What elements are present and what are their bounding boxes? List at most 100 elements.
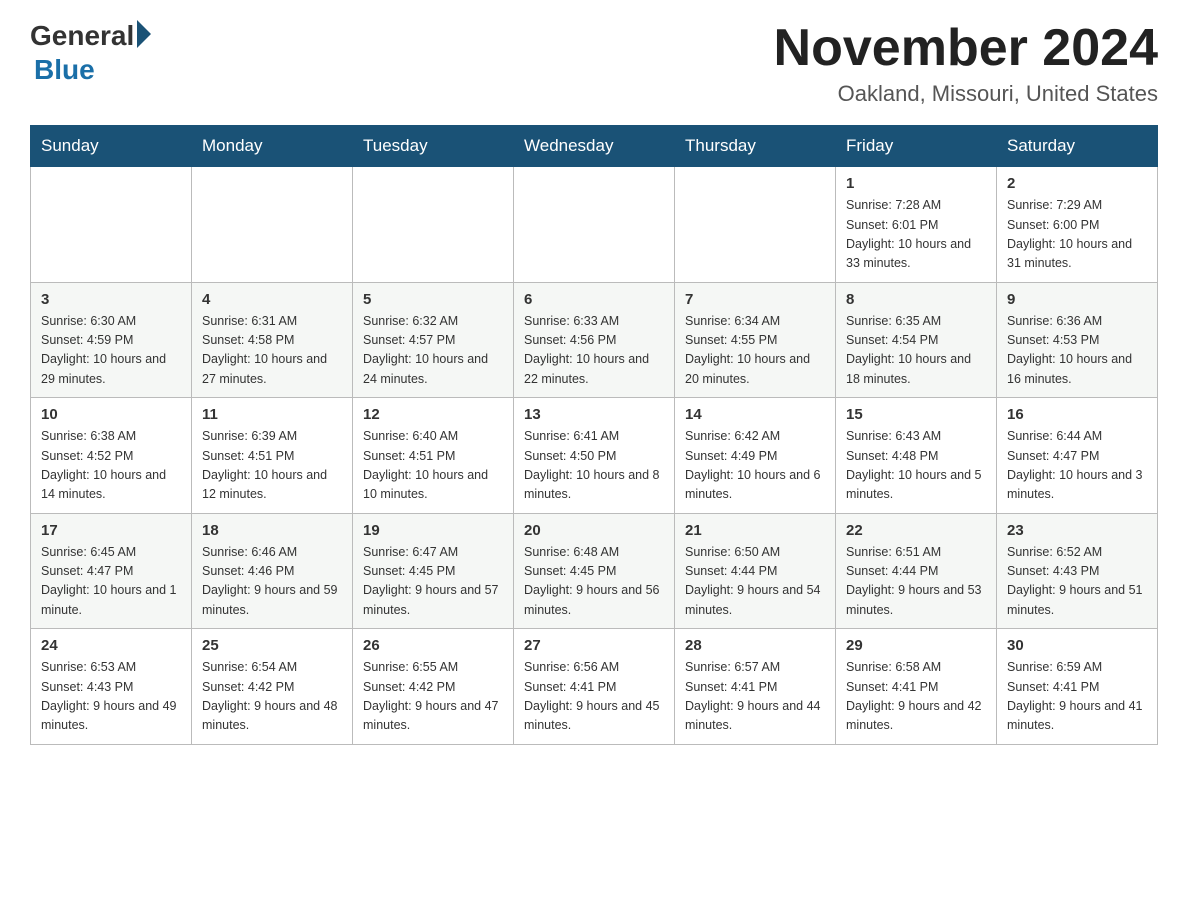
calendar-table: SundayMondayTuesdayWednesdayThursdayFrid…: [30, 125, 1158, 745]
day-info: Sunrise: 6:41 AM Sunset: 4:50 PM Dayligh…: [524, 427, 664, 505]
logo-triangle-icon: [137, 20, 151, 48]
day-number: 18: [202, 522, 342, 539]
day-info: Sunrise: 6:39 AM Sunset: 4:51 PM Dayligh…: [202, 427, 342, 505]
weekday-header-friday: Friday: [836, 126, 997, 167]
day-number: 2: [1007, 175, 1147, 192]
day-number: 7: [685, 291, 825, 308]
day-number: 26: [363, 637, 503, 654]
day-number: 27: [524, 637, 664, 654]
calendar-cell: [675, 167, 836, 283]
calendar-cell: 25 Sunrise: 6:54 AM Sunset: 4:42 PM Dayli…: [192, 629, 353, 745]
calendar-week-row: 24 Sunrise: 6:53 AM Sunset: 4:43 PM Dayli…: [31, 629, 1158, 745]
calendar-cell: 2 Sunrise: 7:29 AM Sunset: 6:00 PM Daylig…: [997, 167, 1158, 283]
day-number: 10: [41, 406, 181, 423]
weekday-header-saturday: Saturday: [997, 126, 1158, 167]
calendar-week-row: 10 Sunrise: 6:38 AM Sunset: 4:52 PM Dayli…: [31, 398, 1158, 514]
day-info: Sunrise: 6:55 AM Sunset: 4:42 PM Dayligh…: [363, 658, 503, 736]
day-info: Sunrise: 6:51 AM Sunset: 4:44 PM Dayligh…: [846, 543, 986, 621]
day-info: Sunrise: 6:57 AM Sunset: 4:41 PM Dayligh…: [685, 658, 825, 736]
day-info: Sunrise: 6:52 AM Sunset: 4:43 PM Dayligh…: [1007, 543, 1147, 621]
day-number: 25: [202, 637, 342, 654]
weekday-header-sunday: Sunday: [31, 126, 192, 167]
weekday-header-row: SundayMondayTuesdayWednesdayThursdayFrid…: [31, 126, 1158, 167]
logo: General Blue: [30, 20, 151, 86]
day-info: Sunrise: 6:46 AM Sunset: 4:46 PM Dayligh…: [202, 543, 342, 621]
day-number: 21: [685, 522, 825, 539]
day-info: Sunrise: 6:50 AM Sunset: 4:44 PM Dayligh…: [685, 543, 825, 621]
calendar-cell: 28 Sunrise: 6:57 AM Sunset: 4:41 PM Dayli…: [675, 629, 836, 745]
title-block: November 2024 Oakland, Missouri, United …: [774, 20, 1158, 107]
day-number: 24: [41, 637, 181, 654]
day-info: Sunrise: 6:58 AM Sunset: 4:41 PM Dayligh…: [846, 658, 986, 736]
day-info: Sunrise: 7:28 AM Sunset: 6:01 PM Dayligh…: [846, 196, 986, 274]
day-number: 9: [1007, 291, 1147, 308]
day-info: Sunrise: 7:29 AM Sunset: 6:00 PM Dayligh…: [1007, 196, 1147, 274]
day-info: Sunrise: 6:59 AM Sunset: 4:41 PM Dayligh…: [1007, 658, 1147, 736]
calendar-cell: [514, 167, 675, 283]
calendar-week-row: 3Sunrise: 6:30 AM Sunset: 4:59 PM Daylig…: [31, 282, 1158, 398]
calendar-cell: 9 Sunrise: 6:36 AM Sunset: 4:53 PM Daylig…: [997, 282, 1158, 398]
day-info: Sunrise: 6:47 AM Sunset: 4:45 PM Dayligh…: [363, 543, 503, 621]
day-info: Sunrise: 6:38 AM Sunset: 4:52 PM Dayligh…: [41, 427, 181, 505]
calendar-cell: 7 Sunrise: 6:34 AM Sunset: 4:55 PM Daylig…: [675, 282, 836, 398]
day-number: 15: [846, 406, 986, 423]
day-number: 5: [363, 291, 503, 308]
calendar-cell: 11Sunrise: 6:39 AM Sunset: 4:51 PM Dayli…: [192, 398, 353, 514]
calendar-cell: 15 Sunrise: 6:43 AM Sunset: 4:48 PM Dayli…: [836, 398, 997, 514]
day-info: Sunrise: 6:30 AM Sunset: 4:59 PM Dayligh…: [41, 312, 181, 390]
day-number: 6: [524, 291, 664, 308]
day-number: 13: [524, 406, 664, 423]
logo-general-text: General: [30, 20, 134, 52]
day-info: Sunrise: 6:42 AM Sunset: 4:49 PM Dayligh…: [685, 427, 825, 505]
day-info: Sunrise: 6:45 AM Sunset: 4:47 PM Dayligh…: [41, 543, 181, 621]
calendar-week-row: 17 Sunrise: 6:45 AM Sunset: 4:47 PM Dayli…: [31, 513, 1158, 629]
weekday-header-monday: Monday: [192, 126, 353, 167]
weekday-header-wednesday: Wednesday: [514, 126, 675, 167]
day-number: 29: [846, 637, 986, 654]
calendar-cell: 3Sunrise: 6:30 AM Sunset: 4:59 PM Daylig…: [31, 282, 192, 398]
calendar-cell: 24 Sunrise: 6:53 AM Sunset: 4:43 PM Dayli…: [31, 629, 192, 745]
day-info: Sunrise: 6:48 AM Sunset: 4:45 PM Dayligh…: [524, 543, 664, 621]
day-info: Sunrise: 6:54 AM Sunset: 4:42 PM Dayligh…: [202, 658, 342, 736]
day-number: 23: [1007, 522, 1147, 539]
calendar-cell: 23 Sunrise: 6:52 AM Sunset: 4:43 PM Dayli…: [997, 513, 1158, 629]
day-info: Sunrise: 6:53 AM Sunset: 4:43 PM Dayligh…: [41, 658, 181, 736]
weekday-header-tuesday: Tuesday: [353, 126, 514, 167]
day-number: 22: [846, 522, 986, 539]
day-number: 17: [41, 522, 181, 539]
day-info: Sunrise: 6:36 AM Sunset: 4:53 PM Dayligh…: [1007, 312, 1147, 390]
calendar-cell: 18 Sunrise: 6:46 AM Sunset: 4:46 PM Dayli…: [192, 513, 353, 629]
calendar-cell: 22 Sunrise: 6:51 AM Sunset: 4:44 PM Dayli…: [836, 513, 997, 629]
day-number: 16: [1007, 406, 1147, 423]
day-info: Sunrise: 6:44 AM Sunset: 4:47 PM Dayligh…: [1007, 427, 1147, 505]
day-info: Sunrise: 6:34 AM Sunset: 4:55 PM Dayligh…: [685, 312, 825, 390]
calendar-cell: 27Sunrise: 6:56 AM Sunset: 4:41 PM Dayli…: [514, 629, 675, 745]
calendar-cell: 4Sunrise: 6:31 AM Sunset: 4:58 PM Daylig…: [192, 282, 353, 398]
month-title: November 2024: [774, 20, 1158, 77]
day-number: 30: [1007, 637, 1147, 654]
calendar-cell: 20 Sunrise: 6:48 AM Sunset: 4:45 PM Dayli…: [514, 513, 675, 629]
calendar-week-row: 1 Sunrise: 7:28 AM Sunset: 6:01 PM Daylig…: [31, 167, 1158, 283]
calendar-cell: 5Sunrise: 6:32 AM Sunset: 4:57 PM Daylig…: [353, 282, 514, 398]
calendar-cell: 1 Sunrise: 7:28 AM Sunset: 6:01 PM Daylig…: [836, 167, 997, 283]
calendar-cell: 29 Sunrise: 6:58 AM Sunset: 4:41 PM Dayli…: [836, 629, 997, 745]
location-text: Oakland, Missouri, United States: [774, 81, 1158, 107]
day-info: Sunrise: 6:35 AM Sunset: 4:54 PM Dayligh…: [846, 312, 986, 390]
day-info: Sunrise: 6:43 AM Sunset: 4:48 PM Dayligh…: [846, 427, 986, 505]
day-number: 1: [846, 175, 986, 192]
calendar-cell: 14Sunrise: 6:42 AM Sunset: 4:49 PM Dayli…: [675, 398, 836, 514]
day-number: 12: [363, 406, 503, 423]
calendar-cell: 16 Sunrise: 6:44 AM Sunset: 4:47 PM Dayli…: [997, 398, 1158, 514]
calendar-cell: [192, 167, 353, 283]
calendar-cell: 17 Sunrise: 6:45 AM Sunset: 4:47 PM Dayli…: [31, 513, 192, 629]
calendar-cell: 13 Sunrise: 6:41 AM Sunset: 4:50 PM Dayli…: [514, 398, 675, 514]
calendar-cell: 12Sunrise: 6:40 AM Sunset: 4:51 PM Dayli…: [353, 398, 514, 514]
logo-blue-text: Blue: [34, 54, 95, 86]
calendar-cell: 21 Sunrise: 6:50 AM Sunset: 4:44 PM Dayli…: [675, 513, 836, 629]
calendar-cell: [353, 167, 514, 283]
day-number: 19: [363, 522, 503, 539]
calendar-cell: 30 Sunrise: 6:59 AM Sunset: 4:41 PM Dayli…: [997, 629, 1158, 745]
day-number: 28: [685, 637, 825, 654]
day-number: 20: [524, 522, 664, 539]
day-info: Sunrise: 6:33 AM Sunset: 4:56 PM Dayligh…: [524, 312, 664, 390]
